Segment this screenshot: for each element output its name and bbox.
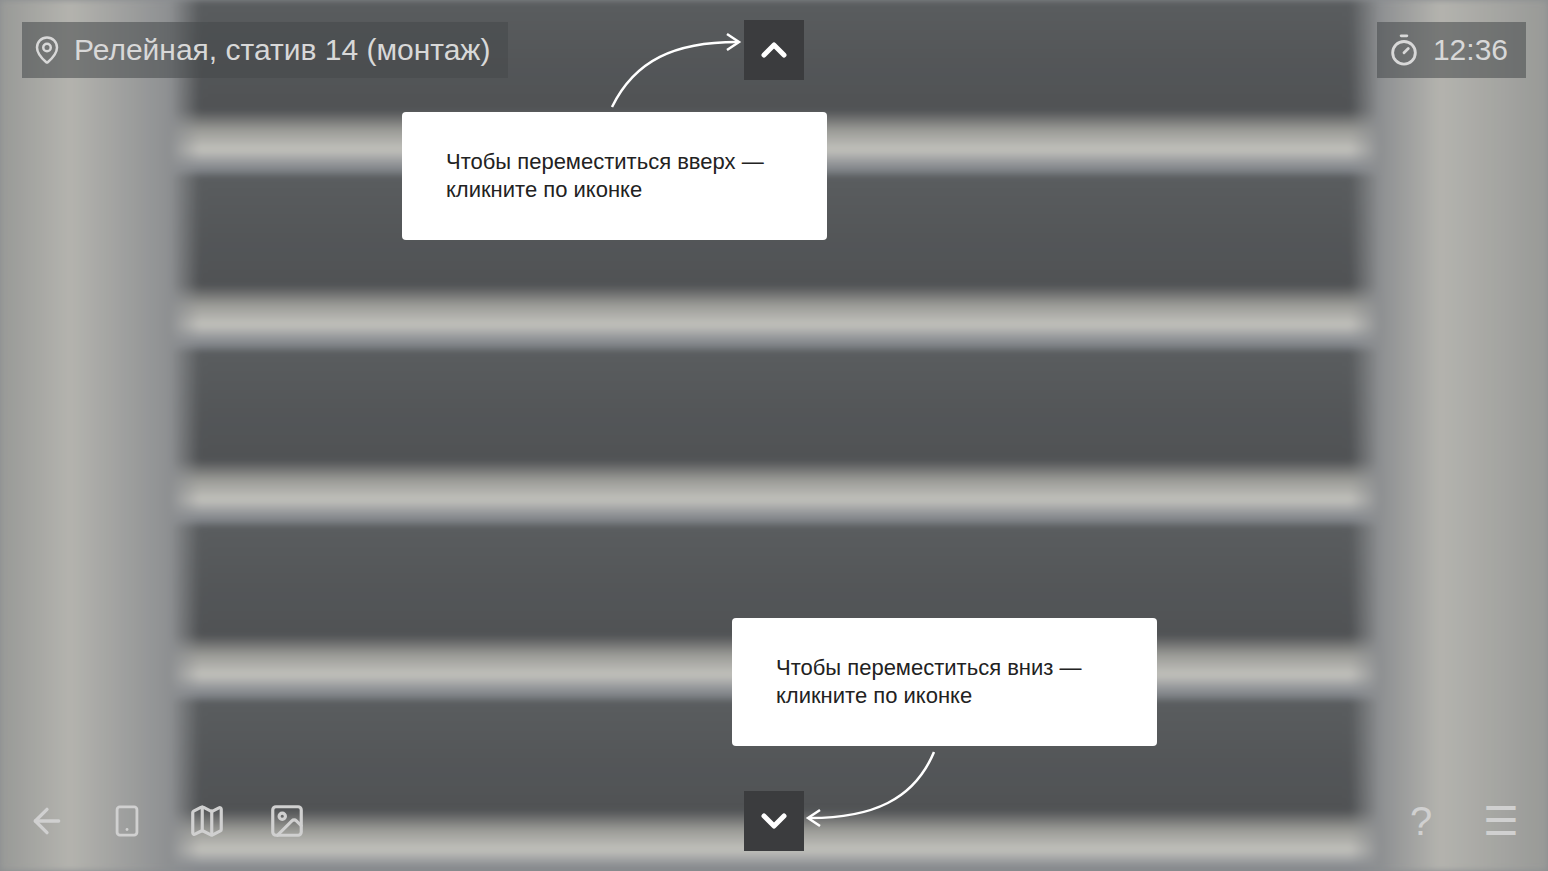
location-text: Релейная, статив 14 (монтаж) (74, 33, 490, 67)
hint-down: Чтобы переместиться вниз —кликните по ик… (732, 618, 1157, 746)
hint-up: Чтобы переместиться вверх —кликните по и… (402, 112, 827, 240)
top-bar: Релейная, статив 14 (монтаж) 12:36 (0, 0, 1548, 80)
pin-icon (32, 35, 62, 65)
help-button[interactable]: ? (1396, 796, 1446, 846)
map-button[interactable] (182, 796, 232, 846)
chevron-up-icon (754, 30, 794, 70)
hint-line: кликните по иконке (776, 682, 1127, 710)
hint-line: Чтобы переместиться вверх — (446, 148, 797, 176)
menu-button[interactable]: ☰ (1476, 796, 1526, 846)
location-label: Релейная, статив 14 (монтаж) (22, 22, 508, 78)
gallery-button[interactable] (262, 796, 312, 846)
chevron-down-icon (754, 801, 794, 841)
bottom-toolbar: ?☰ (0, 791, 1548, 871)
device-button[interactable] (102, 796, 152, 846)
pointer-arrow-down-icon (802, 750, 942, 830)
timer: 12:36 (1377, 22, 1526, 78)
phone-icon (110, 804, 144, 838)
toolbar-right: ?☰ (1396, 796, 1526, 846)
hint-line: Чтобы переместиться вниз — (776, 654, 1127, 682)
back-button[interactable] (22, 796, 72, 846)
arrow-left-icon (27, 801, 67, 841)
stopwatch-icon (1387, 33, 1421, 67)
toolbar-left (22, 796, 312, 846)
hint-line: кликните по иконке (446, 176, 797, 204)
timer-text: 12:36 (1433, 33, 1508, 67)
move-down-button[interactable] (744, 791, 804, 851)
pointer-arrow-up-icon (605, 30, 745, 110)
image-icon (268, 802, 306, 840)
move-up-button[interactable] (744, 20, 804, 80)
map-icon (188, 802, 226, 840)
tour-screen: Релейная, статив 14 (монтаж)12:36?☰Чтобы… (0, 0, 1548, 871)
